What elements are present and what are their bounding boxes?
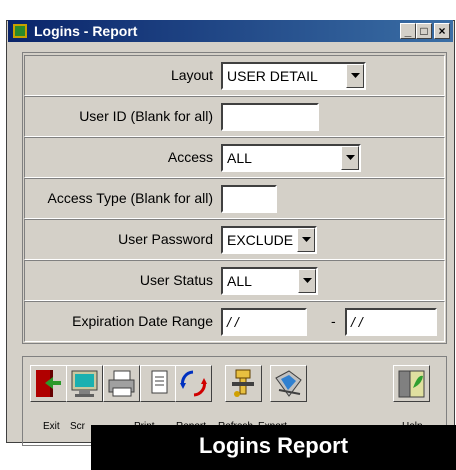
exit-button[interactable]: [30, 365, 67, 402]
layout-label: Layout: [170, 67, 213, 83]
help-button[interactable]: [393, 365, 430, 402]
accesstype-label: Access Type (Blank for all): [47, 190, 213, 206]
status-label: User Status: [139, 272, 213, 288]
minimize-button[interactable]: _: [400, 23, 416, 39]
exit-label: Exit: [43, 421, 60, 432]
title-bar: Logins - Report _ □ ×: [8, 20, 453, 42]
status-select[interactable]: ALL: [221, 267, 318, 295]
chevron-down-icon: [346, 155, 355, 160]
date-to-input[interactable]: / /: [345, 308, 437, 336]
exit-door-icon: [36, 370, 61, 397]
password-value: EXCLUDE: [227, 232, 294, 248]
send-document-icon: [275, 370, 302, 397]
date-range-separator: -: [331, 313, 336, 329]
printer-icon: [108, 370, 135, 397]
email-button[interactable]: [270, 365, 307, 402]
expiration-label: Expiration Date Range: [72, 313, 213, 329]
print-button[interactable]: [103, 365, 140, 402]
help-book-icon: [398, 370, 425, 398]
refresh-button[interactable]: [175, 365, 212, 402]
password-dropdown-button[interactable]: [297, 228, 315, 252]
monitor-icon: [71, 370, 98, 397]
export-icon: [232, 369, 254, 397]
access-row: Access ALL: [24, 137, 445, 178]
layout-select[interactable]: USER DETAIL: [221, 62, 366, 90]
userid-label: User ID (Blank for all): [79, 108, 213, 124]
maximize-button[interactable]: □: [416, 23, 432, 39]
userid-input[interactable]: [221, 103, 319, 131]
window-title: Logins - Report: [34, 23, 138, 39]
accesstype-row: Access Type (Blank for all): [24, 178, 445, 219]
access-dropdown-button[interactable]: [341, 146, 359, 170]
close-button[interactable]: ×: [434, 23, 450, 39]
access-label: Access: [167, 149, 213, 165]
screen-label: Scr: [70, 421, 85, 432]
expiration-row: Expiration Date Range / / - / /: [24, 301, 445, 342]
layout-row: Layout USER DETAIL: [24, 55, 445, 96]
report-button[interactable]: [140, 365, 177, 402]
password-row: User Password EXCLUDE: [24, 219, 445, 260]
report-icon: [151, 370, 168, 394]
chevron-down-icon: [351, 73, 360, 78]
accesstype-input[interactable]: [221, 185, 277, 213]
date-from-input[interactable]: / /: [221, 308, 307, 336]
caption-banner: Logins Report: [91, 425, 456, 470]
layout-dropdown-button[interactable]: [346, 64, 364, 88]
password-select[interactable]: EXCLUDE: [221, 226, 317, 254]
caption-text: Logins Report: [198, 433, 349, 458]
refresh-arrows-icon: [180, 370, 207, 397]
chevron-down-icon: [303, 278, 312, 283]
chevron-down-icon: [302, 237, 311, 242]
status-value: ALL: [227, 273, 252, 289]
export-button[interactable]: [225, 365, 262, 402]
app-icon: [13, 24, 27, 38]
layout-value: USER DETAIL: [227, 68, 318, 84]
userid-row: User ID (Blank for all): [24, 96, 445, 137]
status-dropdown-button[interactable]: [298, 269, 316, 293]
password-label: User Password: [118, 231, 213, 247]
status-row: User Status ALL: [24, 260, 445, 301]
screen-button[interactable]: [66, 365, 103, 402]
access-value: ALL: [227, 150, 252, 166]
access-select[interactable]: ALL: [221, 144, 361, 172]
